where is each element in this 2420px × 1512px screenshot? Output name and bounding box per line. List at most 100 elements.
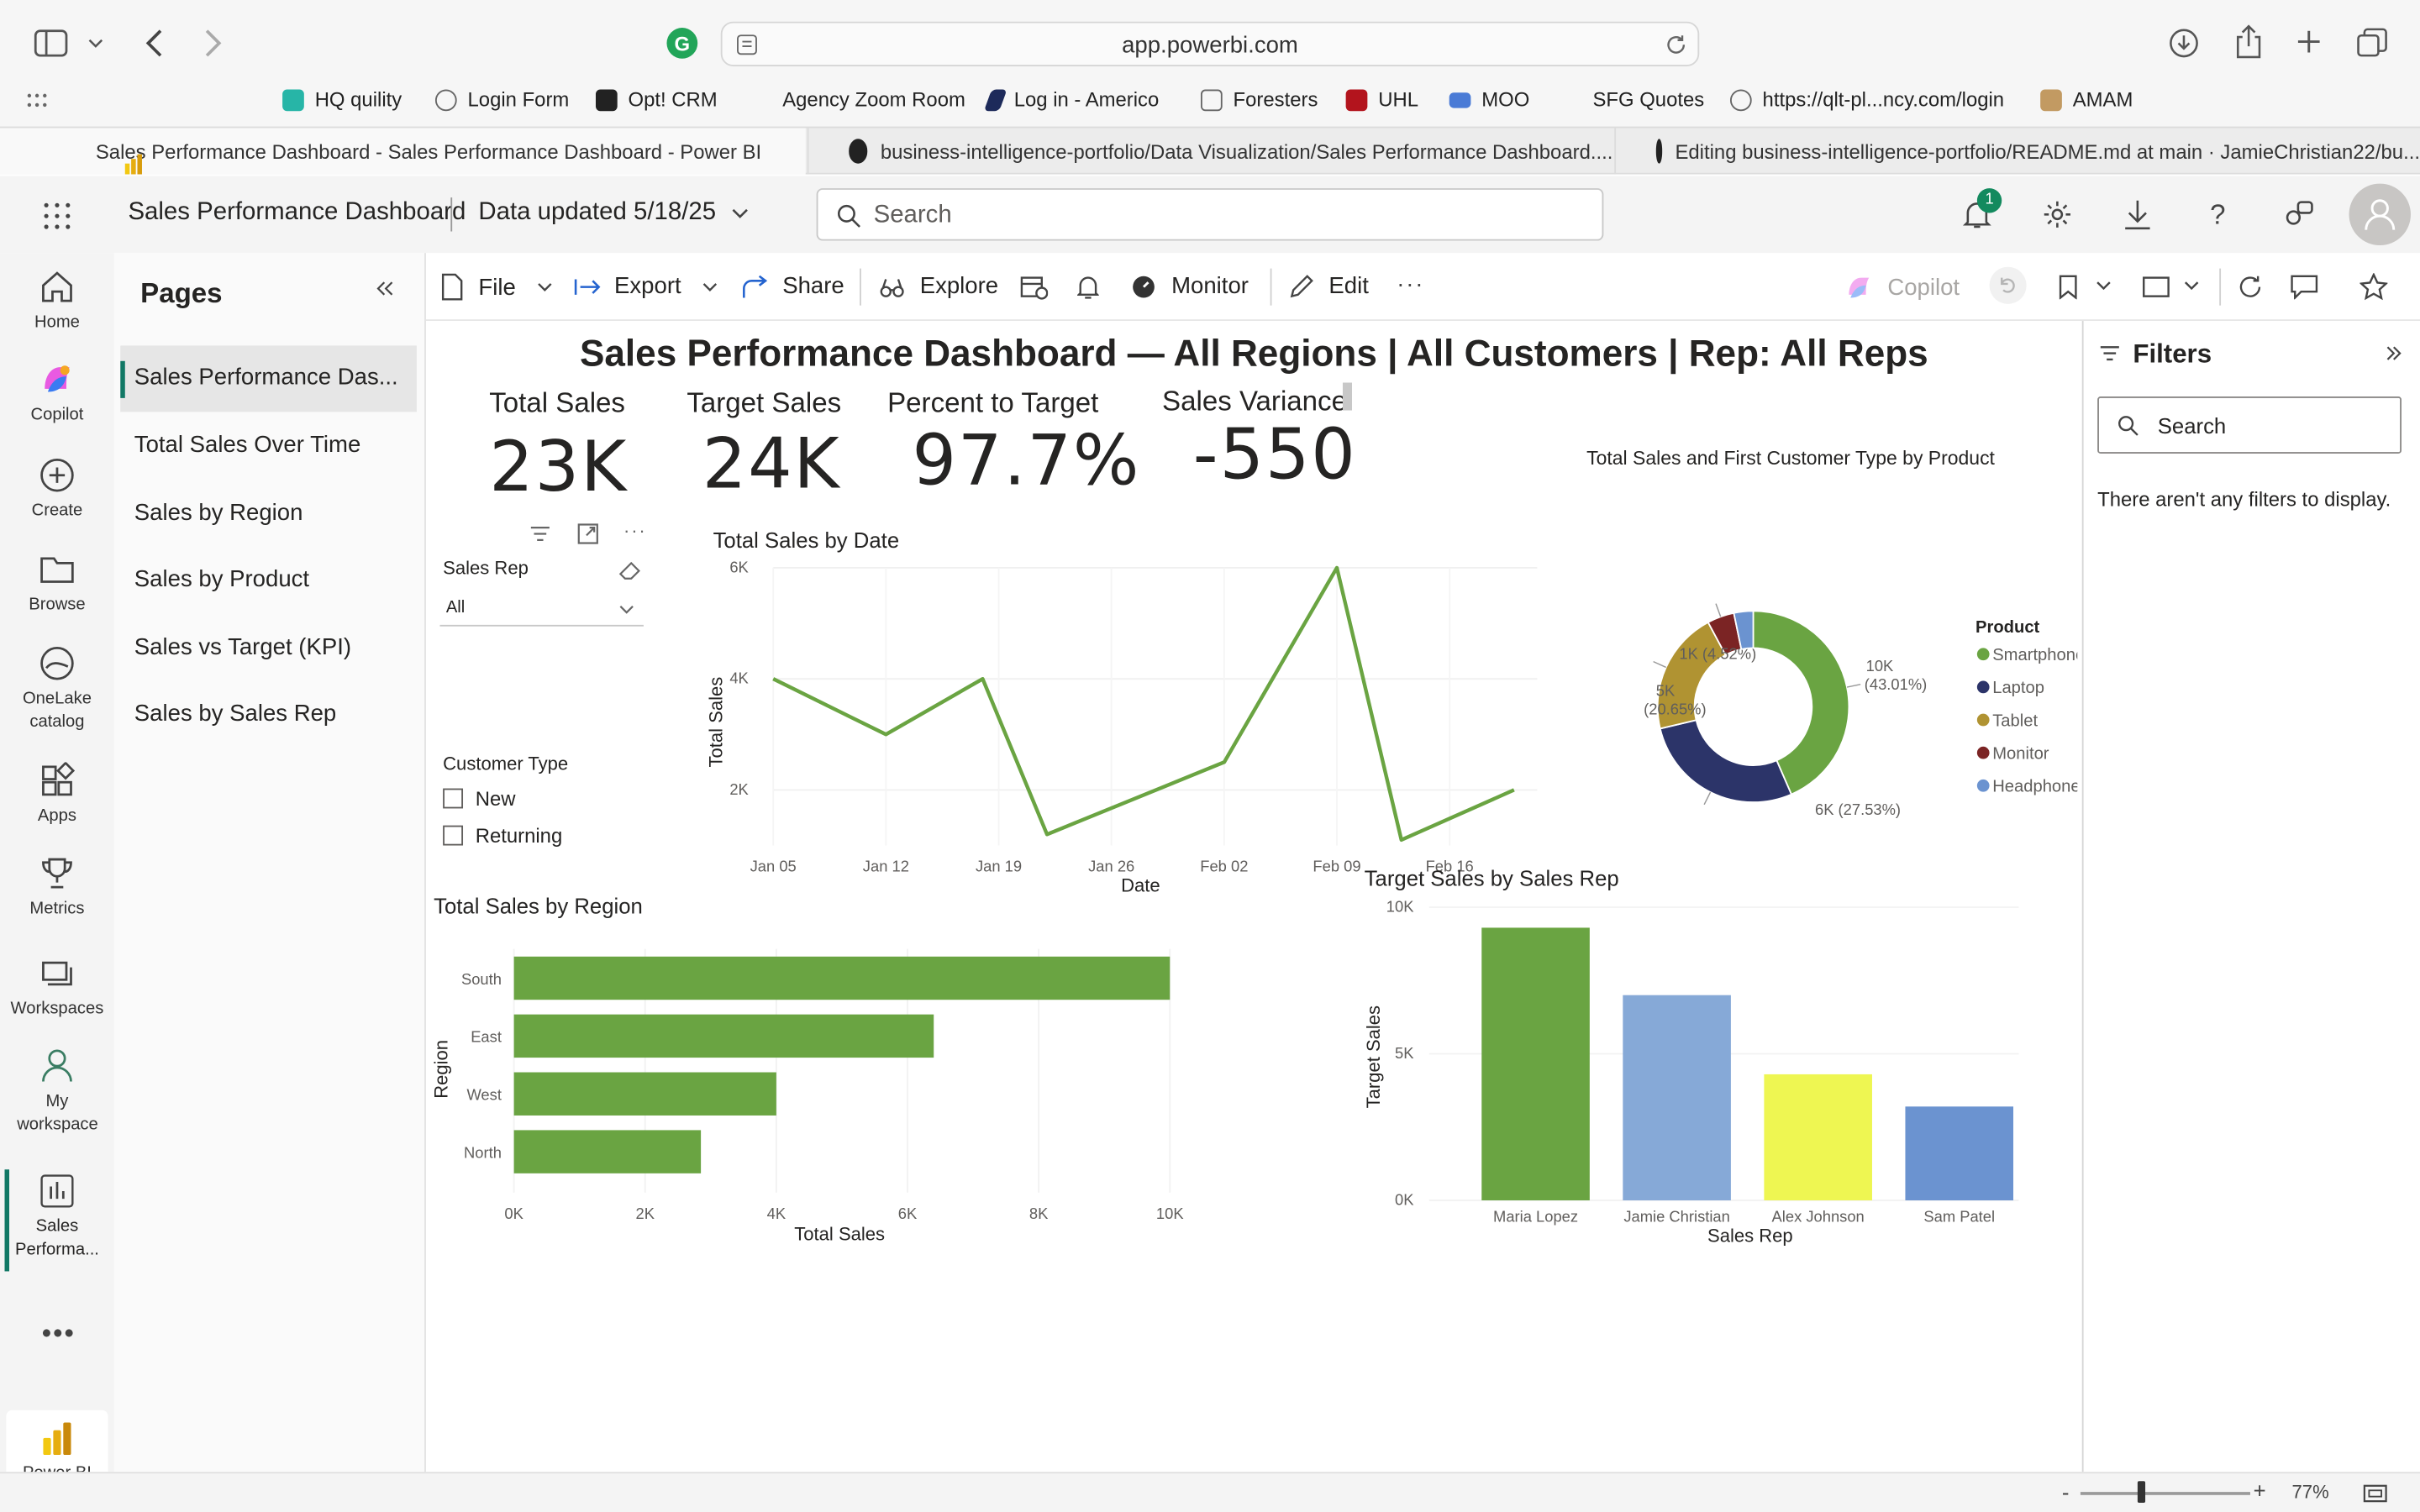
- bookmark-hq-quility[interactable]: HQ quility: [282, 88, 402, 111]
- file-menu[interactable]: File: [441, 273, 553, 301]
- checkbox-returning[interactable]: Returning: [443, 824, 562, 847]
- x-axis-title: Total Sales: [794, 1224, 885, 1245]
- share-icon[interactable]: [2232, 24, 2265, 59]
- forward-icon[interactable]: [197, 28, 229, 59]
- page-item-active[interactable]: Sales Performance Das...: [120, 345, 417, 412]
- chevron-down-icon[interactable]: [2182, 276, 2201, 295]
- favorite-icon[interactable]: [2359, 271, 2390, 302]
- data-label: 10K: [1866, 657, 1894, 675]
- rail-create[interactable]: Create: [0, 457, 114, 523]
- rep-bar-chart[interactable]: 0K 5K 10K Maria Lopez Jamie Christian Alex Jo…: [1352, 895, 2031, 1252]
- rail-apps[interactable]: Apps: [0, 762, 114, 828]
- tab-power-bi[interactable]: Sales Performance Dashboard - Sales Perf…: [0, 128, 806, 175]
- more-options-icon[interactable]: ···: [1397, 271, 1424, 297]
- x-tick-label: Jan 12: [863, 858, 909, 875]
- search-box[interactable]: Search: [816, 188, 1604, 241]
- bookmark-americo[interactable]: Log in - Americo: [983, 88, 1159, 111]
- bar-alex-johnson: [1764, 1074, 1872, 1200]
- reload-icon[interactable]: [1664, 33, 1688, 57]
- bookmark-opt-crm[interactable]: Opt! CRM: [595, 88, 718, 111]
- data-label: (43.01%): [1865, 675, 1928, 693]
- x-tick-label: 10K: [1156, 1205, 1184, 1222]
- region-bar-chart[interactable]: 0K 2K 4K 6K 8K 10K South East West North Total Sal…: [426, 931, 1228, 1255]
- rail-copilot[interactable]: Copilot: [0, 361, 114, 428]
- avatar[interactable]: [2349, 183, 2411, 246]
- donut-slice-laptop: [1659, 719, 1793, 803]
- rail-home[interactable]: Home: [0, 269, 114, 335]
- eraser-icon[interactable]: [618, 560, 642, 582]
- bookmark-uhl[interactable]: UHL: [1345, 88, 1418, 111]
- x-tick-label: Jan 19: [976, 858, 1022, 875]
- bookmark-login-form[interactable]: Login Form: [434, 88, 569, 111]
- monitor-button[interactable]: Monitor: [1131, 273, 1249, 299]
- feedback-icon[interactable]: [2280, 196, 2317, 233]
- grid-icon[interactable]: [24, 88, 49, 113]
- back-icon[interactable]: [139, 28, 170, 59]
- tab-overview-icon[interactable]: [2355, 26, 2389, 60]
- page-item-total-sales-over-time[interactable]: Total Sales Over Time: [134, 432, 360, 458]
- bookmark-foresters[interactable]: Foresters: [1200, 88, 1318, 111]
- rail-workspaces[interactable]: Workspaces: [0, 955, 114, 1021]
- help-icon[interactable]: ?: [2199, 196, 2236, 233]
- copilot-button[interactable]: Copilot: [1844, 273, 1960, 301]
- checkbox-new[interactable]: New: [443, 787, 515, 810]
- bell-icon[interactable]: [1074, 273, 1102, 301]
- settings-icon[interactable]: [2039, 196, 2075, 233]
- page-item-sales-by-product[interactable]: Sales by Product: [134, 566, 309, 592]
- zoom-out-button[interactable]: -: [2062, 1479, 2070, 1504]
- y-tick-label: 10K: [1386, 898, 1414, 916]
- share-button[interactable]: Share: [742, 273, 844, 299]
- filter-icon[interactable]: [528, 522, 552, 546]
- zoom-slider-thumb[interactable]: [2137, 1481, 2146, 1503]
- data-label: 5K: [1656, 681, 1676, 699]
- slicer-sales-rep-dropdown[interactable]: All: [439, 594, 644, 627]
- sidebar-toggle-icon[interactable]: [34, 28, 68, 59]
- zoom-in-button[interactable]: +: [2254, 1478, 2266, 1503]
- donut-chart-title: Total Sales and First Customer Type by P…: [1586, 447, 1995, 470]
- comment-icon[interactable]: [2291, 273, 2318, 301]
- download-icon[interactable]: [2119, 196, 2156, 233]
- rail-metrics[interactable]: Metrics: [0, 855, 114, 921]
- more-icon[interactable]: •••: [42, 1318, 76, 1351]
- page-item-sales-by-rep[interactable]: Sales by Sales Rep: [134, 701, 336, 727]
- page-item-sales-by-region[interactable]: Sales by Region: [134, 500, 303, 526]
- bookmark-agency-zoom[interactable]: Agency Zoom Room: [782, 88, 965, 112]
- scrollbar-thumb[interactable]: [1342, 382, 1352, 411]
- downloads-icon[interactable]: [2167, 26, 2201, 60]
- tab-github-dashboard[interactable]: business-intelligence-portfolio/Data Vis…: [807, 128, 1612, 175]
- address-bar[interactable]: app.powerbi.com: [720, 21, 1700, 66]
- more-options-icon[interactable]: ···: [623, 520, 647, 542]
- bookmark-sfg-quotes[interactable]: SFG Quotes: [1593, 88, 1705, 112]
- collapse-pane-icon[interactable]: [371, 275, 398, 302]
- rail-browse[interactable]: Browse: [0, 551, 114, 617]
- zoom-slider[interactable]: [2080, 1492, 2250, 1495]
- tab-github-readme[interactable]: Editing business-intelligence-portfolio/…: [1614, 128, 2420, 175]
- refresh-icon[interactable]: [2236, 273, 2264, 301]
- filters-search-box[interactable]: Search: [2097, 396, 2402, 454]
- expand-pane-icon[interactable]: [2383, 343, 2405, 365]
- chevron-down-icon[interactable]: [85, 31, 107, 55]
- app-launcher-icon[interactable]: [40, 199, 74, 233]
- rail-sales-performance[interactable]: Sales Performa...: [0, 1173, 114, 1263]
- data-updated-dropdown[interactable]: Data updated 5/18/25: [478, 199, 748, 227]
- bookmark-amam[interactable]: AMAM: [2040, 88, 2133, 111]
- bookmark-icon[interactable]: [2056, 273, 2081, 301]
- rail-onelake[interactable]: OneLake catalog: [0, 645, 114, 735]
- reset-icon[interactable]: [1989, 266, 2027, 304]
- new-tab-icon[interactable]: [2293, 26, 2324, 57]
- view-icon[interactable]: [2141, 275, 2172, 299]
- focus-mode-icon[interactable]: [576, 522, 600, 546]
- edit-button[interactable]: Edit: [1289, 273, 1369, 299]
- export-menu[interactable]: Export: [574, 273, 718, 299]
- bookmark-qlt-login[interactable]: https://qlt-pl...ncy.com/login: [1729, 88, 2004, 111]
- chevron-down-icon[interactable]: [2094, 276, 2112, 295]
- donut-chart[interactable]: 10K(43.01%)6K (27.53%)5K(20.65%)1K (4.52…: [1568, 568, 2077, 830]
- line-chart[interactable]: 2K 4K 6K Jan 05 Jan 12 Jan 19 Jan 26 Feb 02 Feb …: [704, 555, 1569, 892]
- grammarly-icon[interactable]: G: [666, 28, 698, 59]
- page-item-sales-vs-target[interactable]: Sales vs Target (KPI): [134, 634, 351, 660]
- explore-button[interactable]: Explore: [880, 273, 998, 299]
- bookmark-moo[interactable]: MOO: [1449, 88, 1529, 111]
- rail-my-workspace[interactable]: My workspace: [0, 1047, 114, 1137]
- subscribe-icon[interactable]: [1020, 273, 1049, 301]
- fit-page-icon[interactable]: [2363, 1483, 2387, 1504]
